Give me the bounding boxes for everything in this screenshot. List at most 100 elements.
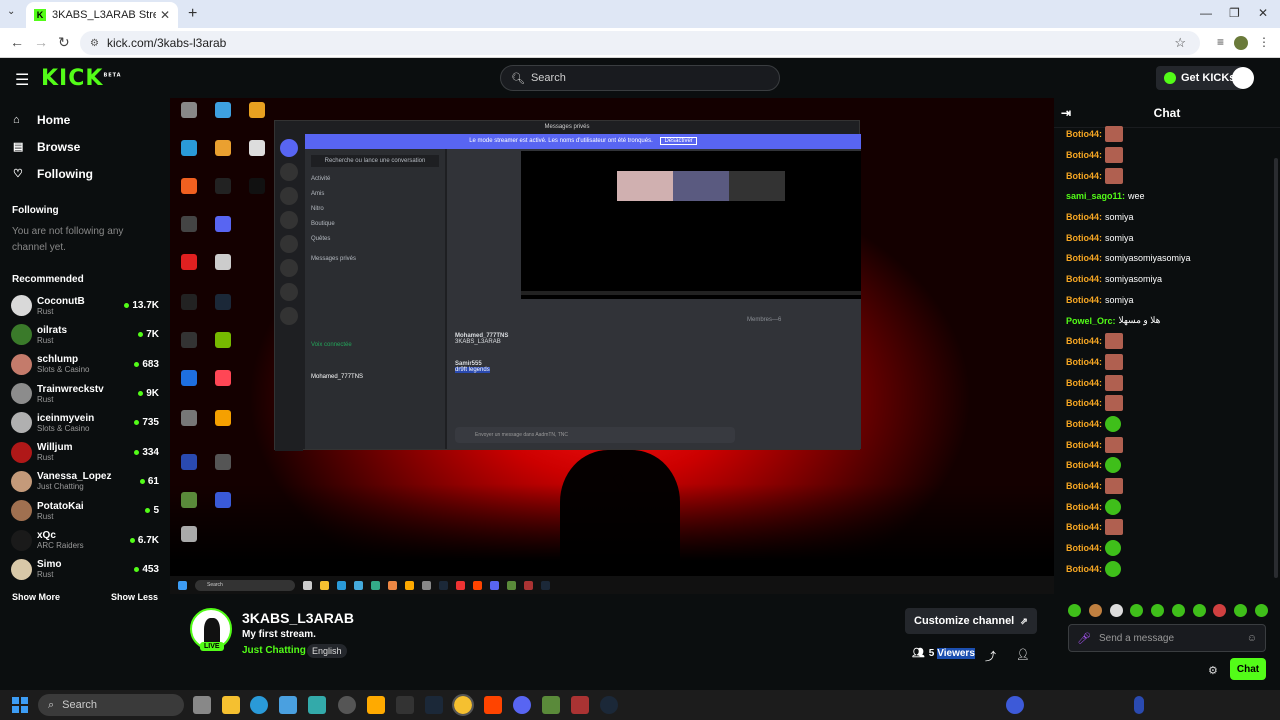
tab-close-icon[interactable]: ✕ — [160, 8, 170, 22]
minecraft-icon[interactable] — [542, 696, 560, 714]
chat-username[interactable]: Botio44: — [1066, 336, 1102, 346]
app-icon[interactable] — [571, 696, 589, 714]
emoji-icon[interactable]: ☺ — [1247, 633, 1257, 644]
edge-icon[interactable] — [250, 696, 268, 714]
browser-tab[interactable]: K 3KABS_L3ARAB Stream - W ✕ — [26, 2, 178, 28]
chat-username[interactable]: Botio44: — [1066, 378, 1102, 388]
tab-list-chevron-icon[interactable]: ⌄ — [7, 6, 15, 17]
minimize-icon[interactable]: — — [1200, 6, 1212, 20]
nav-browse[interactable]: ▤ Browse — [0, 133, 170, 160]
chat-username[interactable]: Botio44: — [1066, 171, 1102, 181]
emote-icon[interactable] — [1130, 604, 1144, 617]
maximize-icon[interactable]: ❐ — [1229, 6, 1240, 20]
emote-icon[interactable] — [1088, 604, 1102, 617]
share-icon[interactable]: ⤴ — [985, 648, 996, 664]
chat-username[interactable]: Botio44: — [1066, 253, 1102, 263]
nav-home[interactable]: ⌂ Home — [0, 106, 170, 133]
nav-following[interactable]: ♡ Following — [0, 160, 170, 187]
chat-username[interactable]: Botio44: — [1066, 543, 1102, 553]
profile-avatar-icon[interactable] — [1234, 36, 1248, 50]
user-settings-icon[interactable]: 👤︎ — [1016, 648, 1030, 661]
browser-menu-icon[interactable]: ⋮ — [1258, 35, 1270, 49]
emote-icon[interactable] — [1068, 604, 1081, 617]
chat-input[interactable]: 🎤︎ Send a message ☺ — [1068, 624, 1266, 652]
user-avatar[interactable] — [1232, 67, 1254, 89]
file-explorer-icon[interactable] — [222, 696, 240, 714]
app-icon[interactable] — [367, 696, 385, 714]
channel-item[interactable]: Willjum Rust 334 — [0, 437, 170, 466]
discord-icon[interactable] — [513, 696, 531, 714]
chat-username[interactable]: Botio44: — [1066, 440, 1102, 450]
store-icon[interactable] — [279, 696, 297, 714]
emote-icon[interactable] — [1192, 604, 1206, 617]
channel-name[interactable]: 3KABS_L3ARAB — [242, 610, 354, 626]
emote-icon[interactable] — [1213, 604, 1227, 617]
tray-mic-icon[interactable] — [1134, 696, 1144, 714]
bookmark-star-icon[interactable]: ☆ — [1174, 35, 1186, 51]
app-icon[interactable] — [308, 696, 326, 714]
channel-item[interactable]: CoconutB Rust 13.7K — [0, 291, 170, 320]
chat-username[interactable]: Botio44: — [1066, 274, 1102, 284]
window-close-icon[interactable]: ✕ — [1258, 6, 1268, 20]
hamburger-menu-icon[interactable]: ☰ — [15, 70, 29, 90]
site-info-icon[interactable]: ⚙ — [90, 38, 99, 49]
show-less-button[interactable]: Show Less — [111, 592, 158, 602]
epic-games-icon[interactable] — [396, 696, 414, 714]
chat-username[interactable]: Botio44: — [1066, 233, 1102, 243]
emote-icon[interactable] — [1109, 604, 1123, 617]
chat-username[interactable]: Botio44: — [1066, 419, 1102, 429]
reload-icon[interactable]: ↻ — [58, 34, 70, 51]
channel-item[interactable]: oilrats Rust 7K — [0, 320, 170, 349]
url-field[interactable]: ⚙ kick.com/3kabs-l3arab — [80, 31, 1200, 55]
chat-username[interactable]: Botio44: — [1066, 295, 1102, 305]
video-player[interactable]: Messages privés Le mode streamer est act… — [170, 98, 1054, 594]
chat-username[interactable]: Botio44: — [1066, 564, 1102, 574]
channel-item[interactable]: PotatoKai Rust 5 — [0, 496, 170, 525]
chat-username[interactable]: Botio44: — [1066, 481, 1102, 491]
channel-item[interactable]: schlump Slots & Casino 683 — [0, 350, 170, 379]
channel-item[interactable]: xQc ARC Raiders 6.7K — [0, 525, 170, 554]
emote-icon[interactable] — [1151, 604, 1165, 617]
emote-icon[interactable] — [1234, 604, 1248, 617]
kick-logo[interactable]: KICKBETA — [41, 66, 122, 91]
chat-scrollbar[interactable] — [1274, 158, 1278, 578]
channel-item[interactable]: Trainwreckstv Rust 9K — [0, 379, 170, 408]
chat-username[interactable]: Botio44: — [1066, 212, 1102, 222]
forward-icon[interactable]: → — [34, 34, 48, 50]
steam-icon[interactable] — [600, 696, 618, 714]
chat-username[interactable]: Botio44: — [1066, 398, 1102, 408]
back-icon[interactable]: ← — [10, 34, 24, 50]
stream-category[interactable]: Just Chatting — [242, 645, 306, 656]
channel-item[interactable]: iceinmyvein Slots & Casino 735 — [0, 408, 170, 437]
chat-username[interactable]: Botio44: — [1066, 522, 1102, 532]
language-tag[interactable]: English — [307, 644, 347, 658]
collapse-chat-icon[interactable]: ⇥ — [1061, 106, 1071, 120]
chat-username[interactable]: sami_sago11: — [1066, 191, 1125, 201]
chat-username[interactable]: Botio44: — [1066, 460, 1102, 470]
emote-icon[interactable] — [1254, 604, 1268, 617]
task-view-icon[interactable] — [193, 696, 211, 714]
chat-username[interactable]: Powel_Orc: — [1066, 316, 1116, 326]
channel-item[interactable]: Vanessa_Lopez Just Chatting 61 — [0, 467, 170, 496]
channel-item[interactable]: Simo Rust 453 — [0, 555, 170, 584]
tray-app-icon[interactable] — [1006, 696, 1024, 714]
windows-start-icon[interactable] — [12, 697, 28, 713]
chat-username[interactable]: Botio44: — [1066, 150, 1102, 160]
reading-list-icon[interactable]: ≡ — [1217, 35, 1224, 49]
microphone-icon[interactable]: 🎤︎ — [1077, 632, 1091, 645]
send-chat-button[interactable]: Chat — [1230, 658, 1266, 680]
chrome-icon[interactable] — [452, 694, 474, 716]
chat-username[interactable]: Botio44: — [1066, 129, 1102, 139]
customize-channel-button[interactable]: Customize channel ⇗ — [905, 608, 1037, 634]
search-input[interactable]: 🔍︎ Search — [500, 65, 780, 91]
obs-icon[interactable] — [338, 696, 356, 714]
emote-icon[interactable] — [1171, 604, 1185, 617]
os-search-input[interactable]: ⌕ Search — [38, 694, 184, 716]
chat-username[interactable]: Botio44: — [1066, 502, 1102, 512]
steam-icon[interactable] — [425, 696, 443, 714]
chat-settings-icon[interactable]: ⚙ — [1208, 664, 1218, 677]
brave-icon[interactable] — [484, 696, 502, 714]
new-tab-icon[interactable]: + — [188, 5, 197, 23]
chat-username[interactable]: Botio44: — [1066, 357, 1102, 367]
show-more-button[interactable]: Show More — [12, 592, 60, 602]
